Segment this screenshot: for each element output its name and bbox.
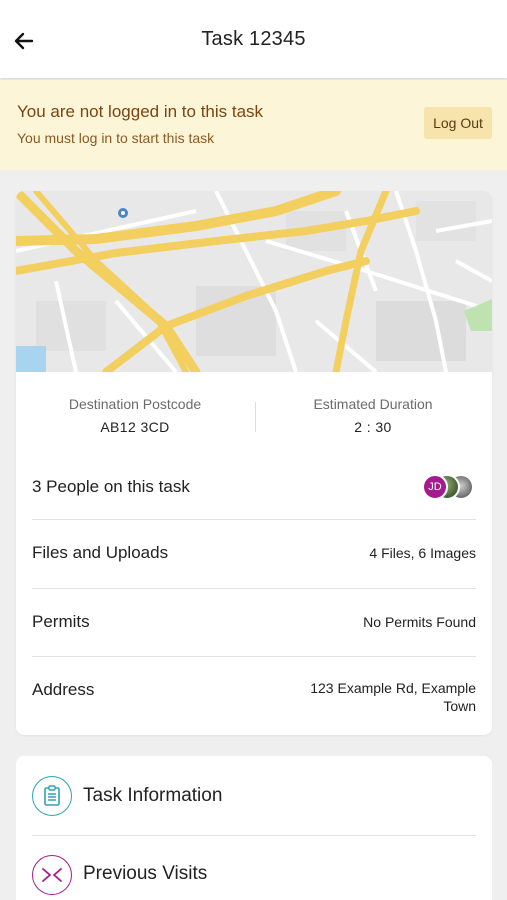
task-information-item[interactable]: Task Information (32, 766, 476, 826)
task-navigation-card: Task Information Previous Visits (16, 756, 492, 900)
avatar-stack[interactable]: JD (420, 474, 476, 500)
arrows-in-icon (32, 855, 72, 895)
destination-postcode-value: AB12 3CD (100, 419, 170, 435)
clipboard-icon (32, 776, 72, 816)
map-image[interactable] (16, 191, 492, 372)
files-value: 4 Files, 6 Images (369, 545, 476, 561)
task-information-label: Task Information (83, 785, 223, 806)
estimated-duration-value: 2 : 30 (354, 419, 392, 435)
row-divider (32, 519, 476, 520)
page-title: Task 12345 (201, 27, 306, 50)
people-label: 3 People on this task (32, 477, 190, 496)
files-label: Files and Uploads (32, 543, 169, 562)
arrow-left-icon (14, 32, 34, 50)
back-button[interactable] (10, 27, 38, 55)
avatar: JD (422, 474, 448, 500)
row-divider (32, 656, 476, 657)
address-line-1: 123 Example Rd, Example (310, 680, 476, 696)
row-divider (32, 835, 476, 836)
previous-visits-label: Previous Visits (83, 863, 208, 884)
permits-label: Permits (32, 612, 90, 631)
log-out-button[interactable]: Log Out (424, 107, 492, 139)
address-line-2: Town (443, 698, 476, 714)
banner-subtitle: You must log in to start this task (17, 130, 215, 146)
permits-value: No Permits Found (363, 614, 476, 630)
address-label: Address (32, 680, 95, 699)
estimated-duration: Estimated Duration 2 : 30 (254, 396, 492, 435)
banner-title: You are not logged in to this task (17, 102, 264, 121)
previous-visits-item[interactable]: Previous Visits (32, 845, 476, 900)
destination-postcode: Destination Postcode AB12 3CD (16, 396, 254, 435)
row-divider (32, 588, 476, 589)
map-pin-icon (118, 208, 128, 218)
estimated-duration-label: Estimated Duration (313, 396, 433, 412)
task-details-card: Destination Postcode AB12 3CD Estimated … (16, 191, 492, 735)
destination-postcode-label: Destination Postcode (68, 396, 202, 412)
app-header: Task 12345 (0, 0, 507, 78)
